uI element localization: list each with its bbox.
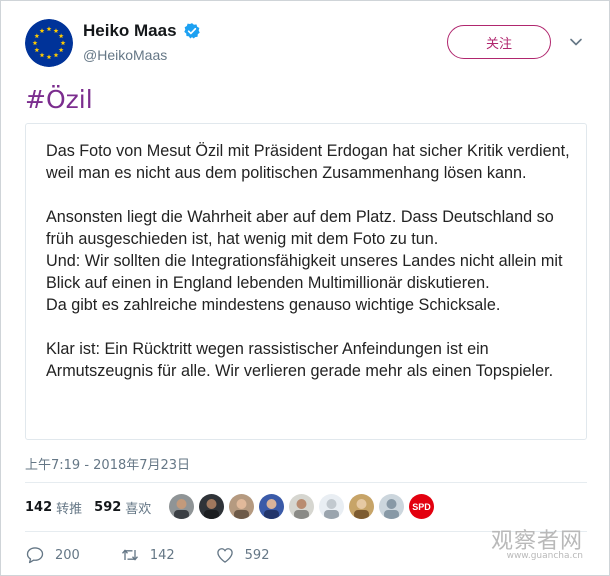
liker-avatar[interactable] <box>229 494 254 519</box>
like-button[interactable]: 592 <box>215 545 270 565</box>
tweet-frame: Heiko Maas @HeikoMaas 关注 #Özil Das Foto … <box>0 0 610 576</box>
watermark: 观察者网 www.guancha.cn <box>491 523 583 561</box>
divider <box>25 482 587 483</box>
reply-icon <box>26 547 44 564</box>
like-label[interactable]: 喜欢 <box>125 498 151 517</box>
liker-avatar[interactable] <box>289 494 314 519</box>
author-avatar[interactable] <box>25 19 73 67</box>
card-paragraph-2: Ansonsten liegt die Wahrheit aber auf de… <box>46 208 563 314</box>
card-text: Das Foto von Mesut Özil mit Präsident Er… <box>46 140 574 382</box>
action-bar: 200 142 592 <box>25 545 309 565</box>
liker-avatars: SPD <box>169 494 434 519</box>
spd-avatar[interactable]: SPD <box>409 494 434 519</box>
author-handle[interactable]: @HeikoMaas <box>83 47 167 63</box>
tweet-timestamp[interactable]: 上午7:19 - 2018年7月23日 <box>25 454 190 473</box>
heart-icon <box>216 548 233 563</box>
retweet-button[interactable]: 142 <box>120 545 175 565</box>
liker-avatar[interactable] <box>349 494 374 519</box>
liker-avatar[interactable] <box>199 494 224 519</box>
liker-avatar[interactable] <box>319 494 344 519</box>
liker-avatar[interactable] <box>259 494 284 519</box>
hashtag-link[interactable]: #Özil <box>25 85 93 114</box>
text-image-card[interactable]: Das Foto von Mesut Özil mit Präsident Er… <box>25 123 587 440</box>
chevron-down-icon[interactable] <box>569 35 583 49</box>
eu-flag-icon <box>25 19 73 67</box>
author-name-row: Heiko Maas <box>83 21 201 41</box>
like-count[interactable]: 592 <box>94 500 121 515</box>
liker-avatar[interactable] <box>169 494 194 519</box>
retweet-count[interactable]: 142 <box>25 500 52 515</box>
author-display-name[interactable]: Heiko Maas <box>83 21 177 41</box>
reply-button[interactable]: 200 <box>25 545 80 565</box>
spd-logo-text: SPD <box>412 501 431 512</box>
follow-button[interactable]: 关注 <box>447 25 551 59</box>
liker-avatar[interactable] <box>379 494 404 519</box>
retweet-action-count: 142 <box>149 547 175 563</box>
retweet-icon <box>121 549 138 561</box>
like-action-count: 592 <box>244 547 270 563</box>
reply-count: 200 <box>55 547 80 563</box>
stats-row: 142 转推 592 喜欢 <box>25 498 163 517</box>
verified-badge-icon <box>183 23 200 39</box>
card-paragraph-3: Klar ist: Ein Rücktritt wegen rassistisc… <box>46 340 554 380</box>
retweet-label[interactable]: 转推 <box>56 498 82 517</box>
card-paragraph-1: Das Foto von Mesut Özil mit Präsident Er… <box>46 142 570 182</box>
